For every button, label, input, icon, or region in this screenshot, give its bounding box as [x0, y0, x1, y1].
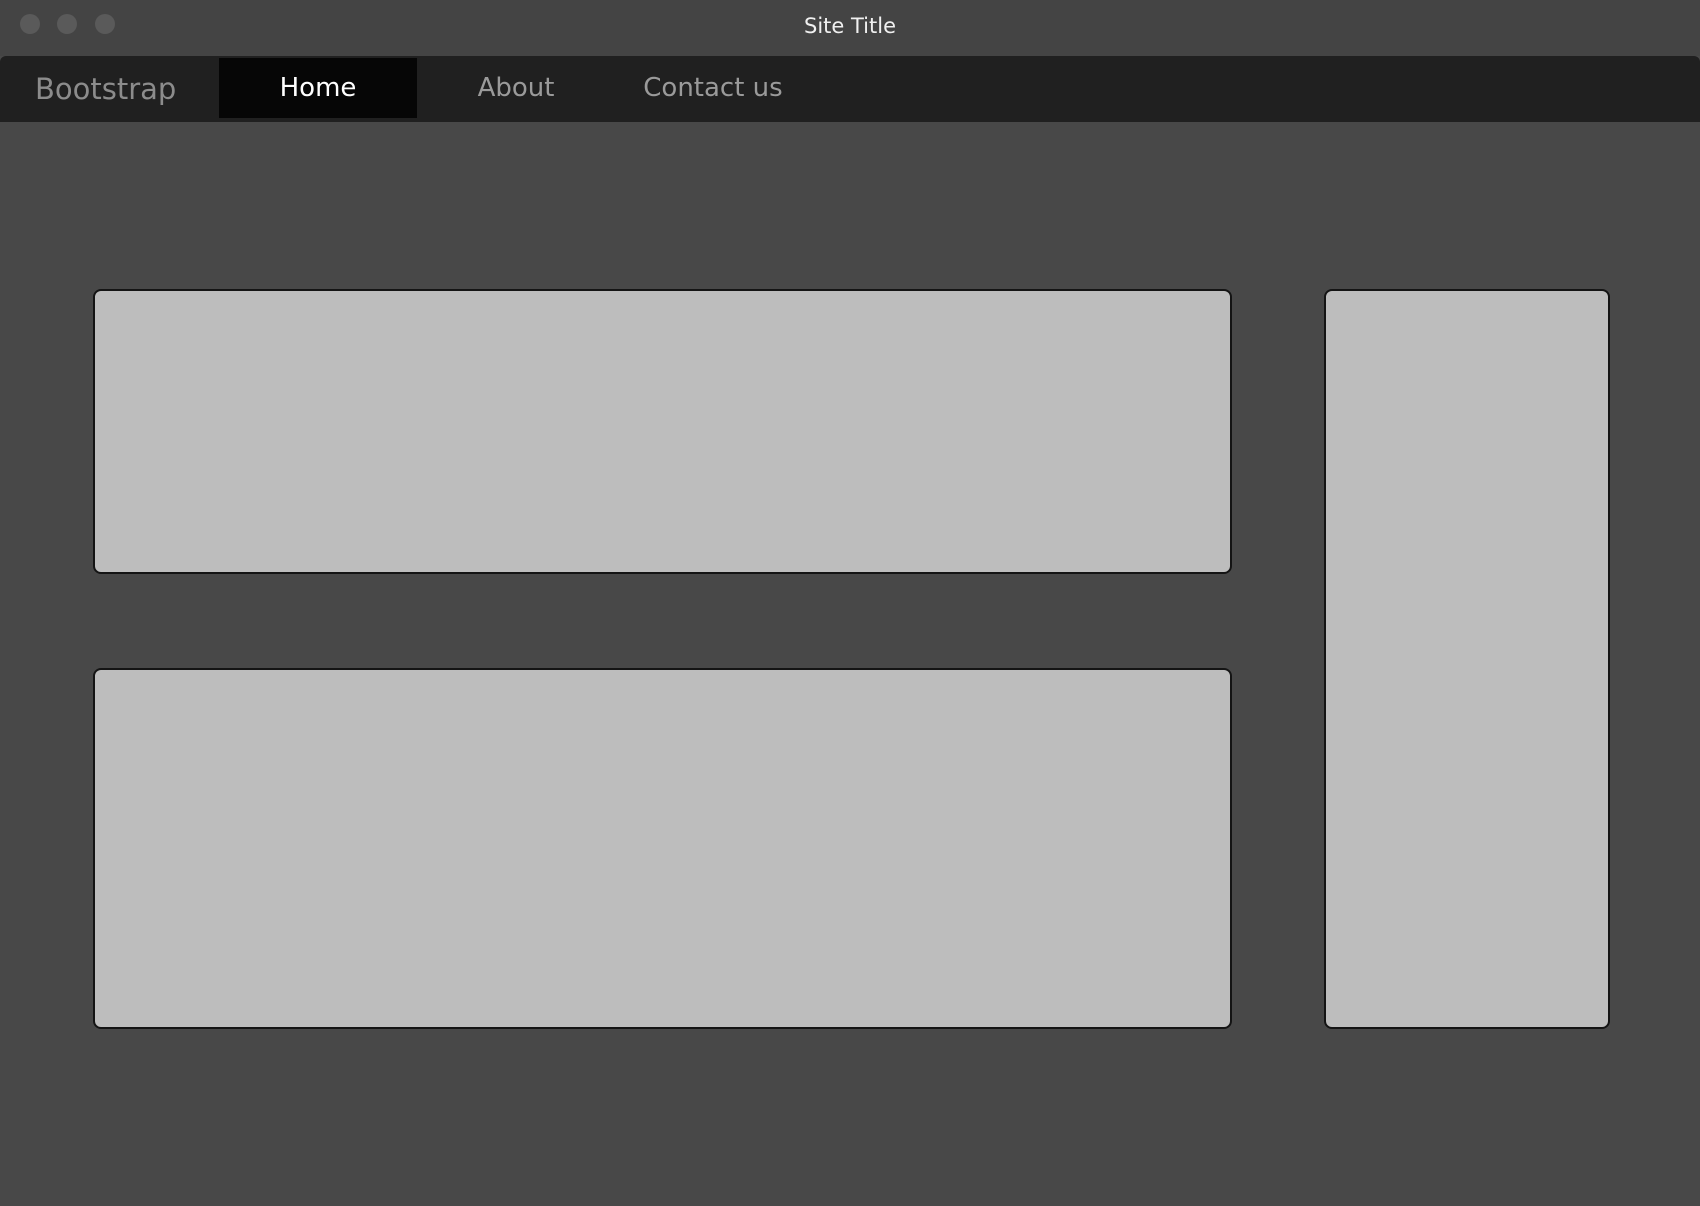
- nav-item-about[interactable]: About: [417, 58, 615, 118]
- navbar-brand[interactable]: Bootstrap: [35, 71, 176, 107]
- navbar: Bootstrap Home About Contact us: [0, 56, 1700, 122]
- content-panel-top: [93, 289, 1232, 574]
- title-bar: Site Title: [0, 0, 1700, 56]
- nav-item-home[interactable]: Home: [219, 58, 417, 118]
- app-window: Site Title Bootstrap Home About Contact …: [0, 0, 1700, 1206]
- sidebar-panel: [1324, 289, 1610, 1029]
- content-panel-bottom: [93, 668, 1232, 1029]
- window-title: Site Title: [804, 14, 896, 38]
- nav-item-contact-us[interactable]: Contact us: [615, 58, 811, 118]
